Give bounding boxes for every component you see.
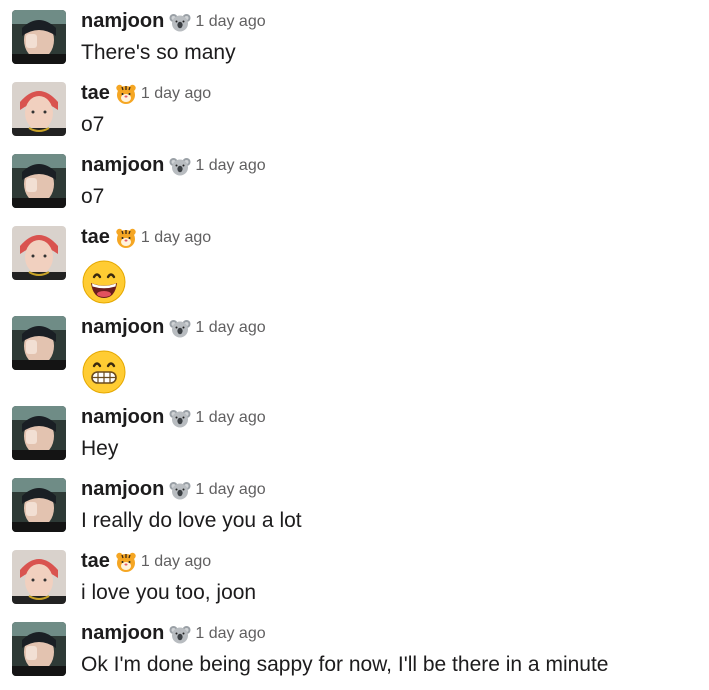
author-name[interactable]: tae [81,550,110,572]
author-name[interactable]: namjoon [81,316,164,338]
message-timestamp[interactable]: 1 day ago [141,553,211,570]
message-timestamp[interactable]: 1 day ago [195,409,265,426]
message-timestamp[interactable]: 1 day ago [195,157,265,174]
author-name[interactable]: tae [81,226,110,248]
grinning-face-emoji-icon [81,259,127,305]
message-text: i love you too, joon [81,581,257,604]
message-timestamp[interactable]: 1 day ago [141,85,211,102]
grimacing-face-emoji-icon [81,349,127,395]
message-timestamp[interactable]: 1 day ago [141,229,211,246]
message-timestamp[interactable]: 1 day ago [195,481,265,498]
koala-emoji-icon [169,155,191,177]
message-timestamp[interactable]: 1 day ago [195,625,265,642]
tiger-emoji-icon [115,551,137,573]
tiger-emoji-icon [115,83,137,105]
namjoon-avatar[interactable] [12,478,66,532]
tae-avatar[interactable] [12,82,66,136]
message-text: Ok I'm done being sappy for now, I'll be… [81,653,609,676]
koala-emoji-icon [169,317,191,339]
message-timestamp[interactable]: 1 day ago [195,319,265,336]
author-name[interactable]: namjoon [81,622,164,644]
koala-emoji-icon [169,623,191,645]
namjoon-avatar[interactable] [12,622,66,676]
koala-emoji-icon [169,407,191,429]
koala-emoji-icon [169,11,191,33]
namjoon-avatar[interactable] [12,406,66,460]
author-name[interactable]: namjoon [81,478,164,500]
namjoon-avatar[interactable] [12,316,66,370]
koala-emoji-icon [169,479,191,501]
message-text: There's so many [81,41,236,64]
message-text: I really do love you a lot [81,509,302,532]
tae-avatar[interactable] [12,550,66,604]
tae-avatar[interactable] [12,226,66,280]
message-timestamp[interactable]: 1 day ago [195,13,265,30]
author-name[interactable]: namjoon [81,406,164,428]
message-text: o7 [81,113,105,136]
message-text: o7 [81,185,105,208]
author-name[interactable]: namjoon [81,10,164,32]
author-name[interactable]: tae [81,82,110,104]
author-name[interactable]: namjoon [81,154,164,176]
namjoon-avatar[interactable] [12,154,66,208]
namjoon-avatar[interactable] [12,10,66,64]
tiger-emoji-icon [115,227,137,249]
message-text: Hey [81,437,119,460]
